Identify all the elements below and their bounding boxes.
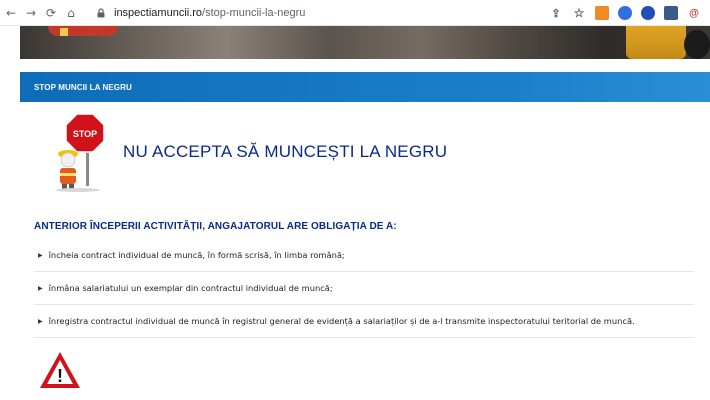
home-icon[interactable]: ⌂ xyxy=(62,4,80,22)
back-icon[interactable]: ← xyxy=(2,4,20,22)
machine-graphic xyxy=(626,26,686,59)
bullet-arrow-icon: ▶ xyxy=(38,317,43,325)
lock-icon xyxy=(97,8,105,18)
list-item-text: înmâna salariatului un exemplar din cont… xyxy=(48,283,333,293)
forward-icon[interactable]: → xyxy=(22,4,40,22)
browser-toolbar: ← → ⟳ ⌂ inspectiamuncii.ro/stop-muncii-l… xyxy=(0,0,710,26)
stop-sign-label: STOP xyxy=(73,129,97,139)
url-domain: inspectiamuncii.ro xyxy=(114,7,203,19)
stop-sign-worker-icon: STOP xyxy=(56,113,105,192)
section-bar: STOP MUNCII LA NEGRU xyxy=(20,72,710,102)
list-item-text: înregistra contractul individual de munc… xyxy=(48,316,635,326)
reload-icon[interactable]: ⟳ xyxy=(42,4,60,22)
section-bar-label: STOP MUNCII LA NEGRU xyxy=(34,82,132,92)
page-headline: NU ACCEPTA SĂ MUNCEȘTI LA NEGRU xyxy=(123,142,448,161)
bullet-arrow-icon: ▶ xyxy=(38,284,43,292)
bullet-arrow-icon: ▶ xyxy=(38,251,43,259)
list-item-text: încheia contract individual de muncă, în… xyxy=(48,250,345,260)
wheel-graphic xyxy=(684,30,710,59)
warning-symbol: ! xyxy=(57,366,63,386)
list-item: ▶ încheia contract individual de muncă, … xyxy=(34,239,694,272)
vest-stripe-graphic xyxy=(60,28,68,36)
bookmark-star-icon[interactable]: ☆ xyxy=(572,6,586,20)
extension-blue-icon[interactable] xyxy=(618,6,632,20)
obligations-title: ANTERIOR ÎNCEPERII ACTIVITĂȚII, ANGAJATO… xyxy=(34,221,397,232)
obligations-list: ▶ încheia contract individual de muncă, … xyxy=(34,239,694,338)
worker-vest-graphic xyxy=(48,26,118,36)
address-bar[interactable]: inspectiamuncii.ro/stop-muncii-la-negru xyxy=(96,3,566,23)
share-icon[interactable]: ⇪ xyxy=(549,6,563,20)
extension-circle-icon[interactable] xyxy=(641,6,655,20)
warning-icon: ! xyxy=(40,352,80,388)
hero-banner xyxy=(20,26,710,59)
list-item: ▶ înregistra contractul individual de mu… xyxy=(34,305,694,338)
extension-grid-icon[interactable] xyxy=(664,6,678,20)
extension-orange-icon[interactable] xyxy=(595,6,609,20)
extension-red-icon[interactable]: @ xyxy=(687,6,701,20)
list-item: ▶ înmâna salariatului un exemplar din co… xyxy=(34,272,694,305)
extension-icons: ⇪ ☆ @ xyxy=(549,4,710,22)
url-path: /stop-muncii-la-negru xyxy=(202,7,306,19)
